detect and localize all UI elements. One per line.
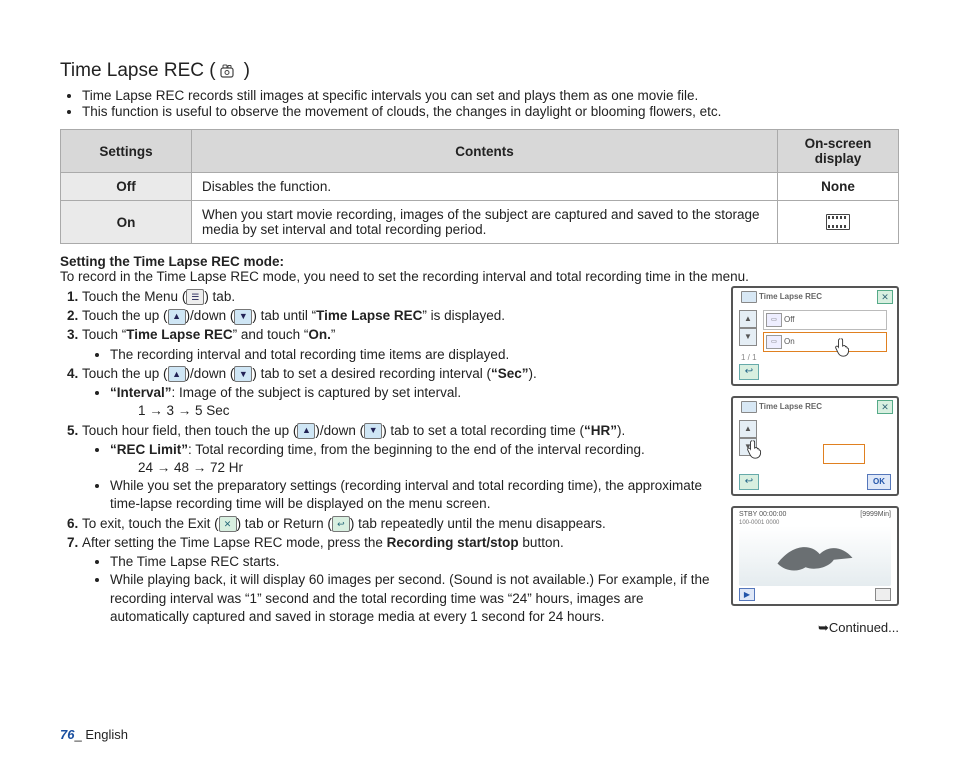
title-close: ) — [244, 60, 250, 82]
return-icon: ↩ — [332, 516, 350, 532]
camcorder-icon — [741, 291, 757, 303]
camcorder-icon — [220, 64, 240, 79]
section-title: Time Lapse REC ( ) — [60, 60, 899, 82]
cell-content: Disables the function. — [192, 173, 778, 201]
cell-display-icon — [778, 201, 899, 244]
menu-icon — [875, 588, 891, 601]
screen-menu-1: Time Lapse REC ✕ ▲ ▼ ▭ Off ▭ On 1 / 1 ↩ — [731, 286, 899, 386]
menu-item-on: ▭ On — [763, 332, 887, 352]
step-5-seq: 24 → 48 → 72 Hr — [138, 459, 717, 477]
table-row: On When you start movie recording, image… — [61, 201, 899, 244]
status-stby: STBY 00:00:00 — [739, 511, 786, 518]
pager: 1 / 1 — [741, 353, 757, 362]
film-icon — [826, 214, 850, 230]
scroll-up-icon: ▲ — [739, 420, 757, 438]
steps-list: Touch the Menu (☰) tab. Touch the up (▲)… — [60, 288, 717, 626]
menu-item-off: ▭ Off — [763, 310, 887, 330]
down-icon: ▼ — [364, 423, 382, 439]
up-icon: ▲ — [168, 309, 186, 325]
status-min: [9999Min] — [860, 511, 891, 518]
close-icon: ✕ — [877, 400, 893, 414]
scroll-up-icon: ▲ — [739, 310, 757, 328]
camcorder-icon — [741, 401, 757, 413]
screenshots-column: Time Lapse REC ✕ ▲ ▼ ▭ Off ▭ On 1 / 1 ↩ … — [731, 286, 899, 636]
bird-icon — [739, 526, 891, 586]
step-4-seq: 1 → 3 → 5 Sec — [138, 402, 717, 420]
step-5-note: While you set the preparatory settings (… — [110, 477, 717, 513]
cell-setting: Off — [61, 173, 192, 201]
return-icon: ↩ — [739, 474, 759, 490]
intro-list: Time Lapse REC records still images at s… — [60, 88, 899, 119]
table-row: Off Disables the function. None — [61, 173, 899, 201]
step-4: Touch the up (▲)/down (▼) tab to set a d… — [82, 365, 717, 421]
selection-box — [823, 444, 865, 464]
hand-pointer-icon — [833, 336, 855, 358]
intro-item: Time Lapse REC records still images at s… — [82, 88, 899, 103]
setting-mode-heading: Setting the Time Lapse REC mode: — [60, 254, 899, 269]
cell-display: None — [778, 173, 899, 201]
step-3: Touch “Time Lapse REC” and touch “On.” T… — [82, 326, 717, 363]
step-3-sub: The recording interval and total recordi… — [110, 346, 717, 364]
page-footer: 76_ English — [60, 727, 128, 742]
step-5-sub: “REC Limit”: Total recording time, from … — [110, 441, 717, 477]
play-icon: ▶ — [739, 588, 755, 601]
step-4-sub: “Interval”: Image of the subject is capt… — [110, 384, 717, 420]
th-contents: Contents — [192, 130, 778, 173]
menu-icon: ☰ — [186, 289, 204, 305]
step-2: Touch the up (▲)/down (▼) tab until “Tim… — [82, 307, 717, 325]
step-7-sub2: While playing back, it will display 60 i… — [110, 571, 717, 626]
up-icon: ▲ — [168, 366, 186, 382]
step-1: Touch the Menu (☰) tab. — [82, 288, 717, 306]
continued-label: ➥Continued... — [731, 620, 899, 636]
scroll-down-icon: ▼ — [739, 328, 757, 346]
cell-content: When you start movie recording, images o… — [192, 201, 778, 244]
exit-icon: ✕ — [219, 516, 237, 532]
down-icon: ▼ — [234, 309, 252, 325]
setting-mode-intro: To record in the Time Lapse REC mode, yo… — [60, 269, 899, 284]
page-language: English — [85, 727, 128, 742]
screen-menu-2: Time Lapse REC ✕ ▲ ▼ ↩ OK — [731, 396, 899, 496]
intro-item: This function is useful to observe the m… — [82, 104, 899, 119]
th-settings: Settings — [61, 130, 192, 173]
cell-setting: On — [61, 201, 192, 244]
close-icon: ✕ — [877, 290, 893, 304]
up-icon: ▲ — [297, 423, 315, 439]
step-7: After setting the Time Lapse REC mode, p… — [82, 534, 717, 626]
step-6: To exit, touch the Exit (✕) tab or Retur… — [82, 515, 717, 533]
preview-image — [739, 526, 891, 586]
screen-recording: STBY 00:00:00 [9999Min] 100-0001 0000 ▶ — [731, 506, 899, 606]
film-icon: ▭ — [766, 313, 782, 327]
manual-page: Time Lapse REC ( ) Time Lapse REC record… — [0, 0, 954, 666]
th-display: On-screen display — [778, 130, 899, 173]
screen-title: Time Lapse REC — [759, 402, 822, 411]
steps-column: Touch the Menu (☰) tab. Touch the up (▲)… — [60, 284, 717, 627]
title-text: Time Lapse REC ( — [60, 60, 216, 82]
film-icon: ▭ — [766, 335, 782, 349]
down-icon: ▼ — [234, 366, 252, 382]
screen-title: Time Lapse REC — [759, 292, 822, 301]
hand-pointer-icon — [745, 438, 767, 460]
step-7-sub1: The Time Lapse REC starts. — [110, 553, 717, 571]
ok-button: OK — [867, 474, 891, 490]
return-icon: ↩ — [739, 364, 759, 380]
step-5: Touch hour field, then touch the up (▲)/… — [82, 422, 717, 514]
page-number: 76 — [60, 727, 74, 742]
settings-table: Settings Contents On-screen display Off … — [60, 129, 899, 244]
